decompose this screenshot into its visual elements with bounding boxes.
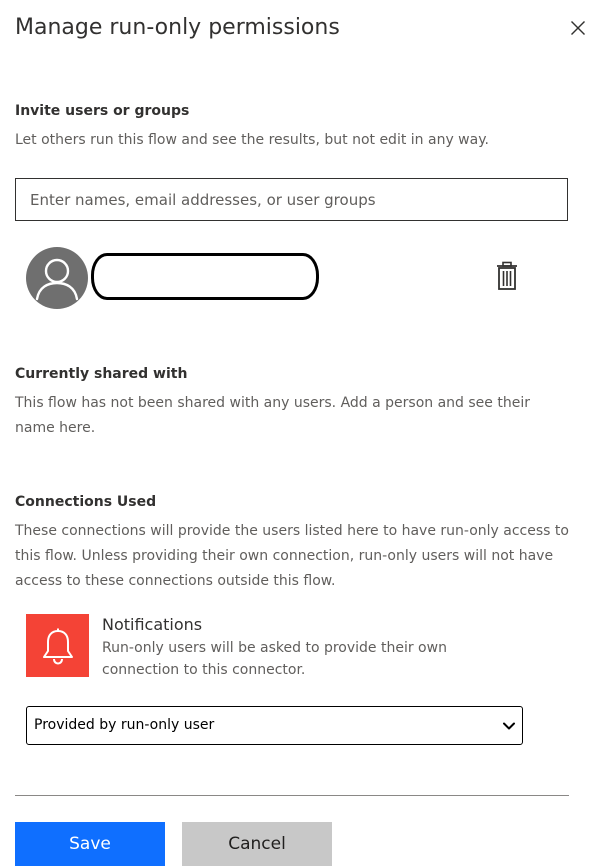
notifications-connector-icon xyxy=(26,614,89,677)
connections-description: These connections will provide the users… xyxy=(15,523,569,589)
invite-heading: Invite users or groups xyxy=(15,103,190,119)
remove-user-button[interactable] xyxy=(494,260,520,292)
cancel-button[interactable]: Cancel xyxy=(182,822,332,866)
footer-divider xyxy=(15,795,569,796)
chevron-down-icon xyxy=(503,722,515,730)
invite-description: Let others run this flow and see the res… xyxy=(15,132,489,148)
close-icon xyxy=(571,21,585,35)
shared-description: This flow has not been shared with any u… xyxy=(15,395,530,436)
connections-heading: Connections Used xyxy=(15,494,157,510)
invite-search-input[interactable] xyxy=(15,178,568,221)
connector-description: Run-only users will be asked to provide … xyxy=(102,640,447,678)
avatar xyxy=(26,247,88,309)
shared-heading: Currently shared with xyxy=(15,366,188,382)
redacted-user-name xyxy=(91,253,319,300)
connector-name: Notifications xyxy=(102,615,203,634)
connection-provider-select[interactable]: Provided by run-only user xyxy=(26,706,523,745)
person-icon xyxy=(35,258,79,301)
trash-icon xyxy=(497,261,517,290)
bell-icon xyxy=(42,628,73,665)
panel-title: Manage run-only permissions xyxy=(15,15,340,40)
save-button[interactable]: Save xyxy=(15,822,165,866)
close-button[interactable] xyxy=(564,14,590,42)
connection-provider-value: Provided by run-only user xyxy=(34,717,215,733)
